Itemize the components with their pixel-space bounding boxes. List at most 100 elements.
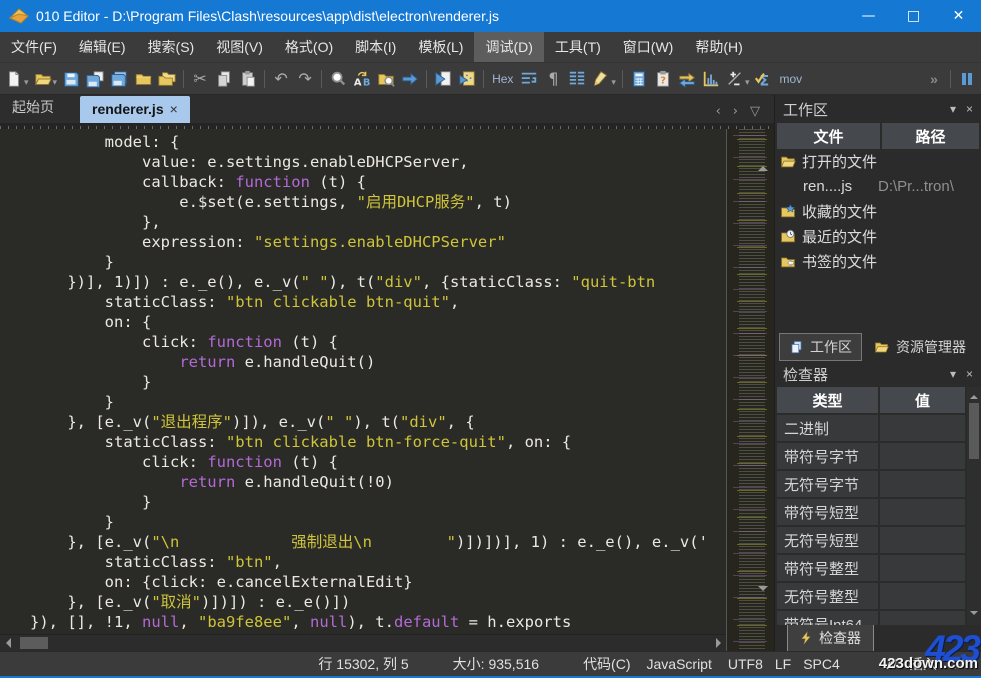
recent-folder-icon [779,229,797,245]
list-item-bookmark-files[interactable]: 书签的文件 [775,249,981,274]
highlight-button[interactable] [589,67,613,91]
status-w-indicator[interactable]: W [884,656,897,672]
column-header-value[interactable]: 值 [880,387,965,413]
list-item-open-file[interactable]: ren....js D:\Pr...tron\ [775,174,981,199]
maximize-button[interactable]: □ [891,0,936,32]
scroll-left-icon[interactable] [0,635,16,651]
folders-button[interactable] [155,67,179,91]
menu-item-tools[interactable]: 工具(T) [544,32,612,62]
tab-list-icon[interactable]: ▽ [750,104,760,119]
scroll-down-icon[interactable] [758,591,768,609]
code-editor[interactable]: model: { value: e.settings.enableDHCPSer… [0,129,726,634]
list-item-open-files[interactable]: 打开的文件 [775,149,981,174]
scroll-right-icon[interactable] [710,635,726,651]
redo-button[interactable]: ↷ [293,67,317,91]
inspector-scrollbar[interactable] [967,387,981,625]
status-file-size[interactable]: 大小: 935,516 [453,654,539,674]
checksum-button[interactable]: Σ [751,67,775,91]
open-folder-icon [779,154,797,170]
menu-item-file[interactable]: 文件(F) [0,32,68,62]
menu-item-script[interactable]: 脚本(I) [344,32,407,62]
find-button[interactable] [326,67,350,91]
scroll-down-icon[interactable] [970,611,978,619]
cut-button[interactable]: ✂ [188,67,212,91]
scrollbar-thumb[interactable] [969,403,979,459]
table-row[interactable]: 带符号短型 [777,499,965,525]
undo-button[interactable]: ↶ [269,67,293,91]
toolbar-overflow-button[interactable]: » [922,67,946,91]
status-line-ending[interactable]: LF [775,656,791,672]
tab-back-icon[interactable]: ‹ [716,104,721,119]
minimize-button[interactable]: — [846,0,891,32]
table-row[interactable]: 无符号整型 [777,583,965,609]
histogram-button[interactable] [699,67,723,91]
table-row[interactable]: 无符号短型 [777,527,965,553]
horizontal-scrollbar-thumb[interactable] [20,637,48,649]
scroll-up-icon[interactable] [970,391,978,399]
status-line-col[interactable]: 行 15302, 列 5 [318,654,408,674]
workspace-menu-icon[interactable]: ▾ [950,102,956,116]
status-encoding[interactable]: UTF8 [728,656,763,672]
replace-button[interactable]: AB [350,67,374,91]
scroll-up-icon[interactable] [758,149,768,167]
column-header-type[interactable]: 类型 [777,387,878,413]
clipboard-info-button[interactable]: ? [651,67,675,91]
status-language[interactable]: JavaScript [647,656,712,672]
save-as-button[interactable] [83,67,107,91]
tab-renderer-js[interactable]: renderer.js× [80,96,190,123]
inspector-close-icon[interactable]: × [966,367,973,381]
line-numbers-button[interactable] [565,67,589,91]
document-overview-scrollbar[interactable] [726,129,774,651]
list-item-favorite-files[interactable]: 收藏的文件 [775,199,981,224]
table-row[interactable]: 带符号整型 [777,555,965,581]
menu-item-template[interactable]: 模板(L) [407,32,474,62]
menu-item-edit[interactable]: 编辑(E) [68,32,137,62]
calculator-button[interactable] [627,67,651,91]
disassembly-mov-button[interactable]: mov [775,72,806,86]
menu-item-view[interactable]: 视图(V) [205,32,274,62]
compare-button[interactable] [675,67,699,91]
menu-item-help[interactable]: 帮助(H) [684,32,753,62]
tab-start-page[interactable]: 起始页 [0,92,66,123]
show-whitespace-button[interactable]: ¶ [541,67,565,91]
menu-item-window[interactable]: 窗口(W) [612,32,685,62]
hex-view-button[interactable]: Hex [488,72,517,86]
paste-button[interactable] [236,67,260,91]
column-header-path[interactable]: 路径 [882,123,979,149]
horizontal-scrollbar[interactable] [0,634,726,651]
tab-forward-icon[interactable]: › [733,104,738,119]
table-row[interactable]: 带符号字节 [777,443,965,469]
status-code-label[interactable]: 代码(C) [583,654,630,674]
folder-button[interactable] [131,67,155,91]
table-row[interactable]: 带符号Int64 [777,611,965,625]
tab-workspace[interactable]: 工作区 [779,333,862,361]
inspector-menu-icon[interactable]: ▾ [950,367,956,381]
save-all-button[interactable] [107,67,131,91]
find-in-files-button[interactable] [374,67,398,91]
table-row[interactable]: 无符号字节 [777,471,965,497]
menu-item-search[interactable]: 搜索(S) [137,32,206,62]
tab-close-icon[interactable]: × [170,101,178,117]
tab-inspector[interactable]: 检查器 [787,624,874,652]
list-item-recent-files[interactable]: 最近的文件 [775,224,981,249]
run-script-button[interactable] [431,67,455,91]
tab-explorer[interactable]: 资源管理器 [864,334,975,360]
open-file-button[interactable] [31,67,55,91]
save-button[interactable] [59,67,83,91]
status-insert-mode[interactable]: 插入 [909,654,937,674]
goto-button[interactable] [398,67,422,91]
menu-item-format[interactable]: 格式(O) [274,32,344,62]
run-template-button[interactable] [455,67,479,91]
workspace-close-icon[interactable]: × [966,102,973,116]
word-wrap-button[interactable] [517,67,541,91]
status-spacing[interactable]: SPC4 [803,656,840,672]
menu-item-debug[interactable]: 调试(D) [474,32,543,62]
pause-button[interactable] [955,67,979,91]
close-button[interactable]: ✕ [936,0,981,32]
operations-button[interactable] [723,67,747,91]
new-file-button[interactable] [2,67,26,91]
resize-grip[interactable]: ⋰ [953,657,965,671]
column-header-file[interactable]: 文件 [777,123,880,149]
copy-button[interactable] [212,67,236,91]
table-row[interactable]: 二进制 [777,415,965,441]
